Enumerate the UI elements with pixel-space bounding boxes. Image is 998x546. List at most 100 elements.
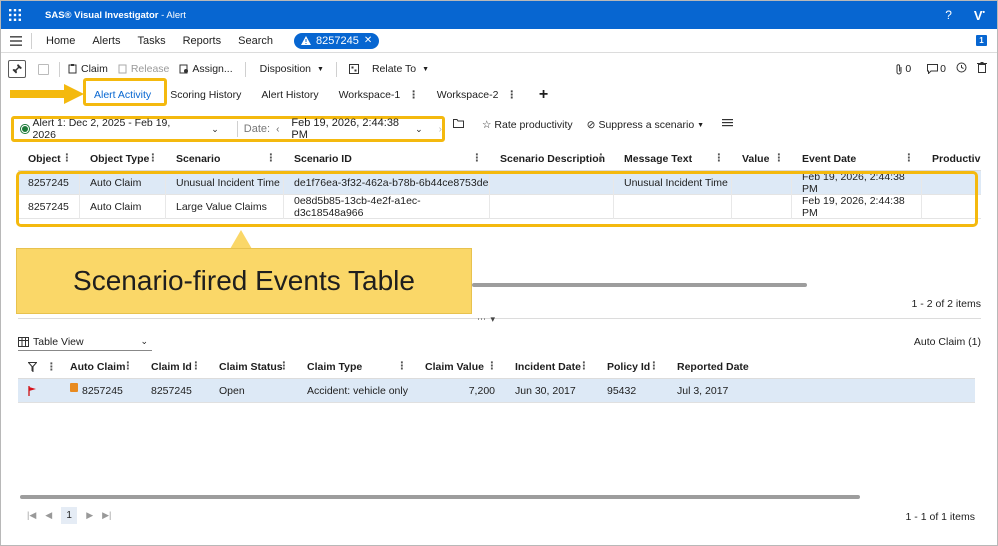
- rows-highlight-box: [16, 171, 978, 227]
- date-picker[interactable]: Date: ‹ Feb 19, 2026, 2:44:38 PM ⌄ ›: [236, 117, 442, 141]
- row-actions-menu-icon[interactable]: ⋮: [42, 355, 60, 379]
- pagination: |◀ ◀ 1 ▶ ▶|: [27, 507, 111, 524]
- events-horizontal-scrollbar[interactable]: [472, 283, 807, 287]
- tab-scoring-history[interactable]: Scoring History: [170, 89, 241, 101]
- callout-label: Scenario-fired Events Table: [16, 248, 472, 314]
- alert-range-select[interactable]: Alert 1: Dec 2, 2025 - Feb 19, 2026 ⌄: [14, 117, 219, 141]
- col-object-type[interactable]: Object Type ⋮: [80, 147, 166, 171]
- folder-icon[interactable]: [453, 119, 464, 131]
- auto-claim-table: ⋮ Auto Claim ⋮ Claim Id ⋮ Claim Status ⋮ Cl…: [18, 355, 975, 403]
- app-window: SAS® Visual Investigator - Alert ? V• Ho…: [0, 0, 998, 546]
- flag-filter-icon[interactable]: [18, 355, 42, 379]
- alert-filter-bar: Alert 1: Dec 2, 2025 - Feb 19, 2026 ⌄ Da…: [11, 116, 445, 142]
- pane-splitter: [18, 318, 981, 319]
- comment-icon: [927, 64, 939, 74]
- nav-alerts[interactable]: Alerts: [92, 35, 120, 47]
- delete-icon[interactable]: [977, 62, 987, 76]
- save-icon: [38, 63, 49, 75]
- col-policy-id[interactable]: Policy Id ⋮: [597, 355, 667, 379]
- col-claim-value[interactable]: Claim Value ⋮: [415, 355, 505, 379]
- nav-reports[interactable]: Reports: [183, 35, 222, 47]
- assign-button[interactable]: Assign...: [179, 63, 233, 75]
- col-claim-type[interactable]: Claim Type ⋮: [297, 355, 415, 379]
- notification-badge[interactable]: 1: [976, 35, 987, 46]
- workspace-1-menu-icon[interactable]: ⋮: [408, 89, 419, 101]
- callout-pointer: [230, 230, 252, 249]
- close-alert-tab-icon[interactable]: ✕: [364, 35, 372, 46]
- col-event-date[interactable]: Event Date ⋮: [792, 147, 922, 171]
- disposition-dropdown[interactable]: Disposition ▼: [260, 63, 324, 75]
- col-scenario-description[interactable]: Scenario Description ⋮: [490, 147, 614, 171]
- table-header: ⋮ Auto Claim ⋮ Claim Id ⋮ Claim Status ⋮ Cl…: [18, 355, 975, 379]
- col-reported-date[interactable]: Reported Date: [667, 355, 975, 379]
- claim-button[interactable]: Claim: [68, 63, 108, 75]
- comments-button[interactable]: 0: [927, 63, 946, 75]
- col-object[interactable]: Object ⋮: [18, 147, 80, 171]
- app-title: SAS® Visual Investigator - Alert: [45, 9, 186, 21]
- tab-workspace-2[interactable]: Workspace-2 ⋮: [437, 89, 517, 101]
- column-settings-icon[interactable]: [722, 119, 734, 131]
- hamburger-menu-icon[interactable]: [1, 35, 31, 46]
- col-scenario-id[interactable]: Scenario ID ⋮: [284, 147, 490, 171]
- auto-claim-icon: [70, 383, 78, 392]
- events-item-count: 1 - 2 of 2 items: [911, 298, 981, 310]
- next-page-icon[interactable]: ▶: [86, 510, 93, 521]
- star-icon: ☆: [482, 119, 492, 131]
- suppress-scenario-dropdown[interactable]: ⊘ Suppress a scenario ▼: [587, 119, 704, 131]
- next-date-icon[interactable]: ›: [439, 124, 442, 135]
- app-grid-icon[interactable]: [1, 1, 29, 29]
- history-icon[interactable]: [956, 62, 967, 76]
- table-header: Object ⋮ Object Type ⋮ Scenario ⋮ Scenario …: [18, 147, 981, 171]
- col-scenario[interactable]: Scenario ⋮: [166, 147, 284, 171]
- workspace-2-menu-icon[interactable]: ⋮: [506, 89, 517, 101]
- alert-tab-pill[interactable]: 8257245 ✕: [293, 32, 380, 49]
- lower-horizontal-scrollbar[interactable]: [20, 495, 860, 499]
- help-icon[interactable]: ?: [945, 8, 952, 22]
- relate-icon: [348, 64, 359, 74]
- last-page-icon[interactable]: ▶|: [102, 510, 111, 521]
- chevron-down-icon: ⌄: [211, 123, 219, 134]
- block-icon: ⊘: [586, 119, 596, 131]
- filter-tools: ☆ Rate productivity ⊘ Suppress a scenario ▼: [453, 119, 734, 131]
- page-number-button[interactable]: 1: [61, 507, 78, 524]
- col-claim-id[interactable]: Claim Id ⋮: [141, 355, 209, 379]
- app-bar: SAS® Visual Investigator - Alert ? V•: [1, 1, 997, 29]
- splitter-handle-icon[interactable]: ⋯ ▾: [477, 314, 496, 325]
- flag-icon[interactable]: [18, 379, 42, 403]
- col-productivity[interactable]: Productiv: [922, 147, 981, 171]
- warning-icon: [300, 36, 311, 45]
- nav-tasks[interactable]: Tasks: [137, 35, 165, 47]
- add-tab-icon[interactable]: +: [539, 86, 548, 104]
- nav-home[interactable]: Home: [46, 35, 75, 47]
- alert-status-icon: [20, 124, 30, 134]
- pin-icon[interactable]: [8, 60, 26, 78]
- tab-highlight-box: [83, 78, 167, 106]
- release-button[interactable]: Release: [118, 63, 169, 75]
- relate-to-dropdown[interactable]: Relate To ▼: [348, 63, 429, 75]
- page-subtitle: Alert: [166, 9, 186, 21]
- claim-icon: [68, 64, 77, 74]
- chevron-down-icon: ⌄: [140, 336, 148, 346]
- col-value[interactable]: Value ⋮: [732, 147, 792, 171]
- rate-productivity-button[interactable]: ☆ Rate productivity: [482, 119, 573, 131]
- arrow-annotation: [10, 84, 84, 104]
- assign-icon: [179, 64, 189, 74]
- prev-date-icon[interactable]: ‹: [276, 124, 279, 135]
- col-claim-status[interactable]: Claim Status ⋮: [209, 355, 297, 379]
- col-incident-date[interactable]: Incident Date ⋮: [505, 355, 597, 379]
- col-message-text[interactable]: Message Text ⋮: [614, 147, 732, 171]
- release-icon: [118, 64, 127, 74]
- col-auto-claim[interactable]: Auto Claim ⋮: [60, 355, 141, 379]
- paperclip-icon: [896, 63, 902, 74]
- tab-workspace-1[interactable]: Workspace-1 ⋮: [339, 89, 419, 101]
- table-view-select[interactable]: Table View ⌄: [18, 333, 152, 351]
- first-page-icon[interactable]: |◀: [27, 510, 36, 521]
- nav-bar: Home Alerts Tasks Reports Search 8257245…: [1, 29, 997, 53]
- table-icon: [18, 336, 29, 347]
- tab-alert-history[interactable]: Alert History: [261, 89, 318, 101]
- prev-page-icon[interactable]: ◀: [45, 510, 52, 521]
- attachments-button[interactable]: 0: [895, 63, 911, 75]
- nav-search[interactable]: Search: [238, 35, 273, 47]
- table-row[interactable]: 8257245 8257245 Open Accident: vehicle o…: [18, 379, 975, 403]
- brand-menu-icon[interactable]: V•: [974, 8, 985, 23]
